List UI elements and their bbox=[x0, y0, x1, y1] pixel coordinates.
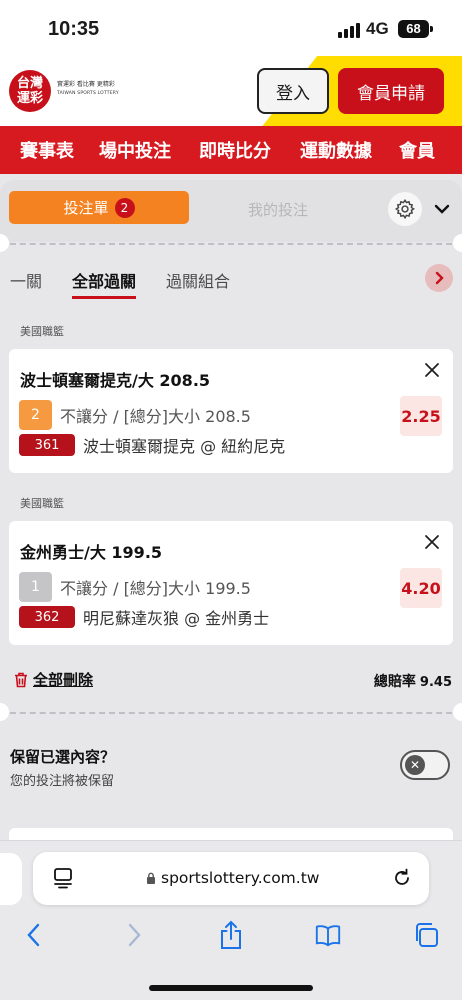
lock-icon bbox=[147, 872, 155, 884]
bet-market-row: 2 不讓分 / [總分]大小 208.5 bbox=[19, 400, 251, 430]
ticket-notch-right bbox=[453, 234, 462, 252]
nav-item-live-betting[interactable]: 場中投注 bbox=[99, 137, 171, 163]
total-odds-value: 9.45 bbox=[419, 675, 452, 690]
bet-card: 波士頓塞爾提克/大 208.5 2 不讓分 / [總分]大小 208.5 361… bbox=[9, 349, 453, 473]
browser-chrome: sportslottery.com.tw bbox=[0, 840, 462, 1000]
url-text: sportslottery.com.tw bbox=[161, 869, 320, 887]
settings-gear-button[interactable] bbox=[388, 192, 422, 226]
nav-item-sports-data[interactable]: 運動數據 bbox=[300, 137, 372, 163]
nav-item-schedule[interactable]: 賽事表 bbox=[20, 137, 74, 163]
status-time: 10:35 bbox=[48, 18, 100, 40]
match-id-badge: 362 bbox=[19, 606, 75, 628]
address-bar[interactable]: sportslottery.com.tw bbox=[33, 852, 429, 905]
gear-icon bbox=[394, 198, 415, 220]
logo-tagline: 實運彩 看比賽 更精彩 TAIWAN SPORTS LOTTERY bbox=[57, 80, 119, 98]
tab-betslip-label: 投注單 bbox=[63, 199, 109, 217]
network-type: 4G bbox=[366, 19, 389, 38]
tabs-icon bbox=[416, 923, 438, 947]
home-indicator bbox=[149, 985, 313, 991]
logo-english: TAIWAN SPORTS LOTTERY bbox=[57, 91, 119, 96]
divider-dashed-top bbox=[0, 243, 462, 245]
book-icon bbox=[315, 925, 341, 947]
bet-odds: 2.25 bbox=[400, 396, 442, 436]
bet-type-tabs: 一關 全部過關 過關組合 bbox=[0, 264, 462, 300]
tab-betslip[interactable]: 投注單 2 bbox=[9, 191, 189, 224]
back-button[interactable] bbox=[20, 921, 48, 949]
collapse-chevron-down-icon[interactable] bbox=[433, 200, 451, 218]
keep-selection-toggle[interactable]: ✕ bbox=[400, 750, 450, 780]
slip-summary-row: 全部刪除 總賠率 9.45 bbox=[0, 669, 462, 695]
logo-subtitle: 實運彩 看比賽 更精彩 bbox=[57, 81, 115, 88]
previous-tab-preview[interactable] bbox=[0, 853, 22, 905]
tabs-button[interactable] bbox=[412, 921, 440, 949]
tab-parlay-combo[interactable]: 過關組合 bbox=[166, 268, 230, 292]
match-id-badge: 361 bbox=[19, 434, 75, 456]
delete-all-label: 全部刪除 bbox=[33, 671, 94, 689]
total-odds-label: 總賠率 bbox=[373, 674, 416, 690]
back-chevron-icon bbox=[27, 923, 40, 947]
bookmarks-button[interactable] bbox=[314, 921, 342, 949]
divider-dashed-bottom bbox=[0, 712, 462, 714]
battery-tip bbox=[430, 26, 433, 32]
trash-icon bbox=[15, 672, 27, 687]
bet-slip-panel: 投注單 2 我的投注 一關 全部過關 過關組合 美國職籃 波士頓塞爾提克/大 2… bbox=[0, 174, 462, 842]
league-label: 美國職籃 bbox=[20, 497, 64, 510]
tab-all-parlay[interactable]: 全部過關 bbox=[72, 268, 137, 299]
remove-bet-close-icon[interactable] bbox=[423, 533, 441, 551]
chevron-right-icon bbox=[435, 271, 444, 285]
bet-selection-number: 1 bbox=[19, 572, 52, 602]
battery-icon: 68 bbox=[398, 20, 429, 38]
bet-match-row: 362 明尼蘇達灰狼 @ 金州勇士 bbox=[19, 605, 269, 629]
bet-title: 金州勇士/大 199.5 bbox=[20, 543, 163, 562]
site-header: 台灣 運彩 實運彩 看比賽 更精彩 TAIWAN SPORTS LOTTERY 登… bbox=[0, 56, 462, 126]
forward-chevron-icon bbox=[128, 923, 141, 947]
bet-match: 波士頓塞爾提克 @ 紐約尼克 bbox=[83, 437, 286, 456]
status-bar: 10:35 4G 68 bbox=[0, 0, 462, 56]
nav-item-live-score[interactable]: 即時比分 bbox=[199, 137, 271, 163]
ticket-notch-left bbox=[0, 703, 9, 721]
share-icon bbox=[221, 920, 241, 949]
login-button[interactable]: 登入 bbox=[257, 68, 329, 114]
taiwan-sports-lottery-logo[interactable]: 台灣 運彩 bbox=[9, 70, 51, 112]
bet-odds: 4.20 bbox=[400, 568, 442, 608]
ticket-notch-right bbox=[453, 703, 462, 721]
bet-market: 不讓分 / [總分]大小 199.5 bbox=[60, 579, 251, 598]
toggle-off-x-icon: ✕ bbox=[405, 755, 425, 775]
bet-match-row: 361 波士頓塞爾提克 @ 紐約尼克 bbox=[19, 433, 285, 457]
tab-my-bets[interactable]: 我的投注 bbox=[248, 199, 308, 220]
nav-item-member[interactable]: 會員 bbox=[399, 137, 435, 163]
main-nav: 賽事表 場中投注 即時比分 運動數據 會員 bbox=[0, 126, 462, 174]
forward-button[interactable] bbox=[120, 921, 148, 949]
reload-icon[interactable] bbox=[391, 867, 413, 889]
bet-match: 明尼蘇達灰狼 @ 金州勇士 bbox=[83, 609, 270, 628]
signal-icon bbox=[338, 22, 360, 38]
register-button[interactable]: 會員申請 bbox=[338, 68, 444, 114]
remove-bet-close-icon[interactable] bbox=[423, 361, 441, 379]
bet-card: 金州勇士/大 199.5 1 不讓分 / [總分]大小 199.5 362 明尼… bbox=[9, 521, 453, 645]
bet-market-row: 1 不讓分 / [總分]大小 199.5 bbox=[19, 572, 251, 602]
bet-title: 波士頓塞爾提克/大 208.5 bbox=[20, 371, 211, 390]
keep-selection-hint: 您的投注將被保留 bbox=[10, 774, 115, 789]
keep-selection-question: 保留已選內容？ bbox=[10, 748, 116, 766]
bet-selection-number: 2 bbox=[19, 400, 52, 430]
share-button[interactable] bbox=[217, 920, 245, 949]
bet-market: 不讓分 / [總分]大小 208.5 bbox=[60, 407, 251, 426]
page-menu-icon[interactable] bbox=[53, 867, 73, 889]
league-label: 美國職籃 bbox=[20, 325, 64, 338]
betslip-count-badge: 2 bbox=[114, 197, 135, 218]
total-odds: 總賠率 9.45 bbox=[374, 671, 452, 691]
tab-single[interactable]: 一關 bbox=[10, 268, 42, 292]
delete-all-button[interactable]: 全部刪除 bbox=[14, 669, 93, 690]
keep-selection-section: 保留已選內容？ 您的投注將被保留 bbox=[10, 746, 115, 789]
tabs-scroll-right-button[interactable] bbox=[425, 264, 453, 292]
